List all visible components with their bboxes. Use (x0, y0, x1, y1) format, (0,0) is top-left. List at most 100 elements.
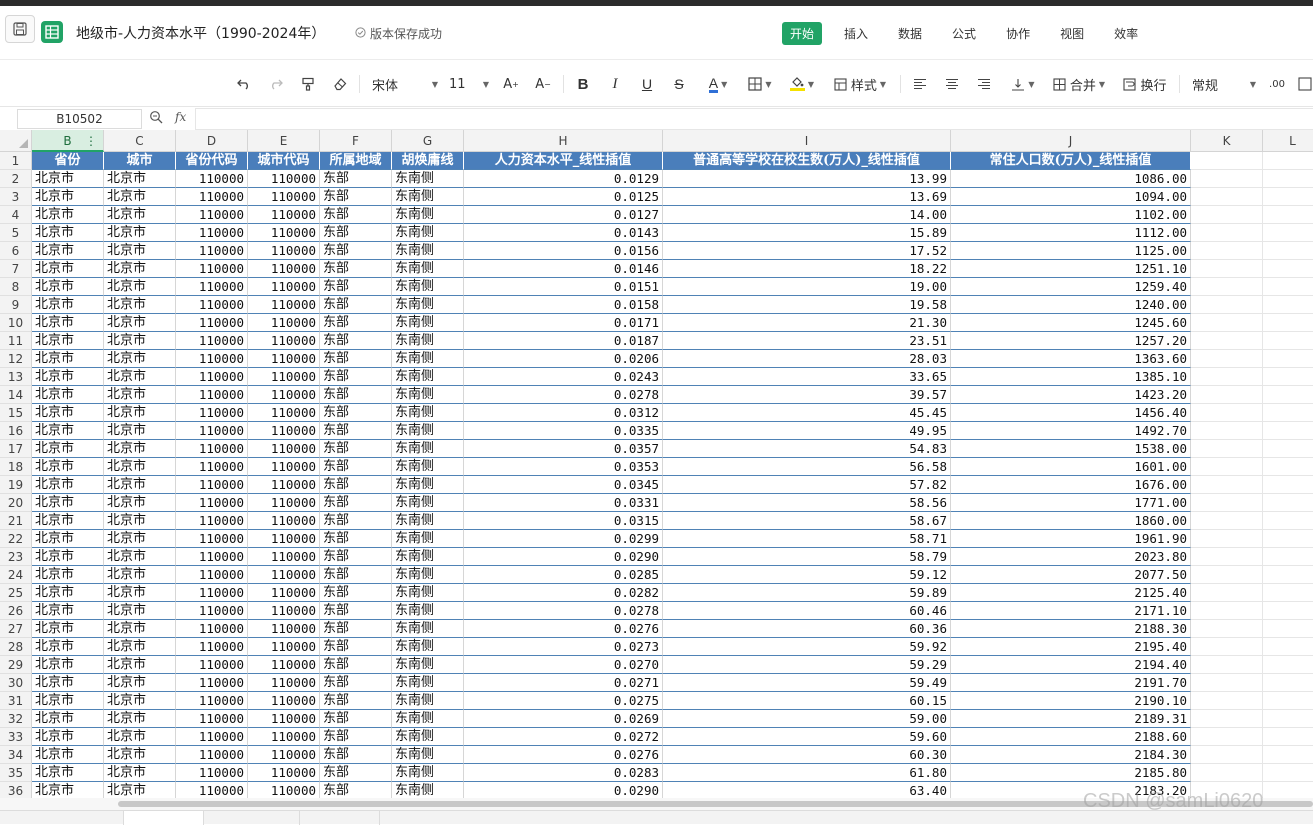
table-cell[interactable]: 北京市 (104, 638, 176, 656)
table-cell[interactable]: 0.0125 (464, 188, 663, 206)
column-header-f[interactable]: F (320, 130, 392, 152)
column-header-c[interactable]: C (104, 130, 176, 152)
table-cell[interactable]: 1676.00 (951, 476, 1191, 494)
format-painter-icon[interactable] (298, 73, 318, 95)
undo-icon[interactable] (234, 73, 254, 95)
table-cell[interactable]: 东部 (320, 548, 392, 566)
table-cell[interactable]: 110000 (176, 548, 248, 566)
table-cell[interactable]: 2190.10 (951, 692, 1191, 710)
empty-cell[interactable] (1191, 458, 1263, 476)
table-cell[interactable]: 北京市 (104, 512, 176, 530)
table-cell[interactable]: 58.71 (663, 530, 951, 548)
empty-cell[interactable] (1263, 188, 1313, 206)
table-cell[interactable]: 北京市 (32, 548, 104, 566)
table-cell[interactable]: 0.0275 (464, 692, 663, 710)
empty-cell[interactable] (1263, 170, 1313, 188)
table-cell[interactable]: 59.89 (663, 584, 951, 602)
table-cell[interactable]: 北京市 (32, 296, 104, 314)
font-family-select[interactable]: 宋体 ▼ (372, 73, 438, 95)
table-cell[interactable]: 110000 (248, 602, 320, 620)
table-cell[interactable]: 59.49 (663, 674, 951, 692)
empty-cell[interactable] (1263, 476, 1313, 494)
table-cell[interactable]: 110000 (176, 512, 248, 530)
table-cell[interactable]: 110000 (248, 638, 320, 656)
table-cell[interactable]: 北京市 (104, 440, 176, 458)
table-cell[interactable]: 56.58 (663, 458, 951, 476)
table-cell[interactable]: 北京市 (104, 620, 176, 638)
table-cell[interactable]: 2189.31 (951, 710, 1191, 728)
empty-cell[interactable] (1191, 620, 1263, 638)
table-cell[interactable]: 0.0276 (464, 746, 663, 764)
table-cell[interactable]: 1385.10 (951, 368, 1191, 386)
table-cell[interactable]: 东南侧 (392, 602, 464, 620)
table-cell[interactable]: 东南侧 (392, 728, 464, 746)
table-cell[interactable]: 57.82 (663, 476, 951, 494)
table-cell[interactable]: 14.00 (663, 206, 951, 224)
empty-cell[interactable] (1263, 782, 1313, 798)
table-cell[interactable]: 东部 (320, 278, 392, 296)
row-header[interactable]: 13 (0, 368, 32, 386)
table-cell[interactable]: 110000 (248, 404, 320, 422)
empty-cell[interactable] (1191, 224, 1263, 242)
table-cell[interactable]: 1961.90 (951, 530, 1191, 548)
table-cell[interactable]: 北京市 (104, 260, 176, 278)
row-header[interactable]: 33 (0, 728, 32, 746)
table-cell[interactable]: 东部 (320, 692, 392, 710)
table-cell[interactable]: 东部 (320, 530, 392, 548)
menu-tab-data[interactable]: 数据 (890, 22, 930, 45)
table-cell[interactable]: 北京市 (104, 278, 176, 296)
table-cell[interactable]: 北京市 (32, 404, 104, 422)
strikethrough-icon[interactable]: S (670, 73, 688, 95)
table-cell[interactable]: 东南侧 (392, 458, 464, 476)
table-cell[interactable]: 东南侧 (392, 242, 464, 260)
table-cell[interactable]: 0.0283 (464, 764, 663, 782)
table-cell[interactable]: 北京市 (104, 530, 176, 548)
empty-cell[interactable] (1263, 368, 1313, 386)
table-cell[interactable]: 北京市 (32, 206, 104, 224)
table-cell[interactable]: 北京市 (104, 188, 176, 206)
table-cell[interactable]: 东部 (320, 710, 392, 728)
column-header-h[interactable]: H (464, 130, 663, 152)
table-cell[interactable]: 1240.00 (951, 296, 1191, 314)
table-cell[interactable]: 110000 (176, 692, 248, 710)
row-header[interactable]: 19 (0, 476, 32, 494)
row-header[interactable]: 35 (0, 764, 32, 782)
empty-cell[interactable] (1191, 710, 1263, 728)
empty-cell[interactable] (1191, 728, 1263, 746)
empty-cell[interactable] (1263, 710, 1313, 728)
table-cell[interactable]: 59.12 (663, 566, 951, 584)
table-cell[interactable]: 东南侧 (392, 782, 464, 798)
row-header[interactable]: 7 (0, 260, 32, 278)
table-cell[interactable]: 北京市 (104, 422, 176, 440)
empty-cell[interactable] (1191, 422, 1263, 440)
menu-tab-insert[interactable]: 插入 (836, 22, 876, 45)
table-cell[interactable]: 北京市 (32, 620, 104, 638)
table-cell[interactable]: 东部 (320, 386, 392, 404)
table-cell[interactable]: 0.0127 (464, 206, 663, 224)
empty-cell[interactable] (1263, 566, 1313, 584)
table-cell[interactable]: 东部 (320, 656, 392, 674)
table-cell[interactable]: 东南侧 (392, 278, 464, 296)
table-cell[interactable]: 北京市 (32, 494, 104, 512)
table-cell[interactable]: 110000 (176, 242, 248, 260)
table-cell[interactable]: 28.03 (663, 350, 951, 368)
table-cell[interactable]: 110000 (248, 746, 320, 764)
empty-cell[interactable] (1191, 566, 1263, 584)
table-cell[interactable]: 北京市 (104, 656, 176, 674)
table-cell[interactable]: 19.58 (663, 296, 951, 314)
table-cell[interactable]: 北京市 (32, 278, 104, 296)
empty-cell[interactable] (1263, 602, 1313, 620)
align-right-icon[interactable] (975, 73, 993, 95)
table-cell[interactable]: 0.0278 (464, 602, 663, 620)
table-cell[interactable]: 110000 (248, 458, 320, 476)
table-cell[interactable]: 110000 (176, 746, 248, 764)
empty-cell[interactable] (1191, 188, 1263, 206)
column-header-d[interactable]: D (176, 130, 248, 152)
table-cell[interactable]: 北京市 (32, 188, 104, 206)
row-header[interactable]: 4 (0, 206, 32, 224)
column-menu-icon[interactable]: ⋮ (85, 130, 97, 152)
menu-tab-start[interactable]: 开始 (782, 22, 823, 45)
bold-icon[interactable]: B (574, 73, 592, 95)
empty-cell[interactable] (1191, 764, 1263, 782)
table-cell[interactable]: 东部 (320, 602, 392, 620)
